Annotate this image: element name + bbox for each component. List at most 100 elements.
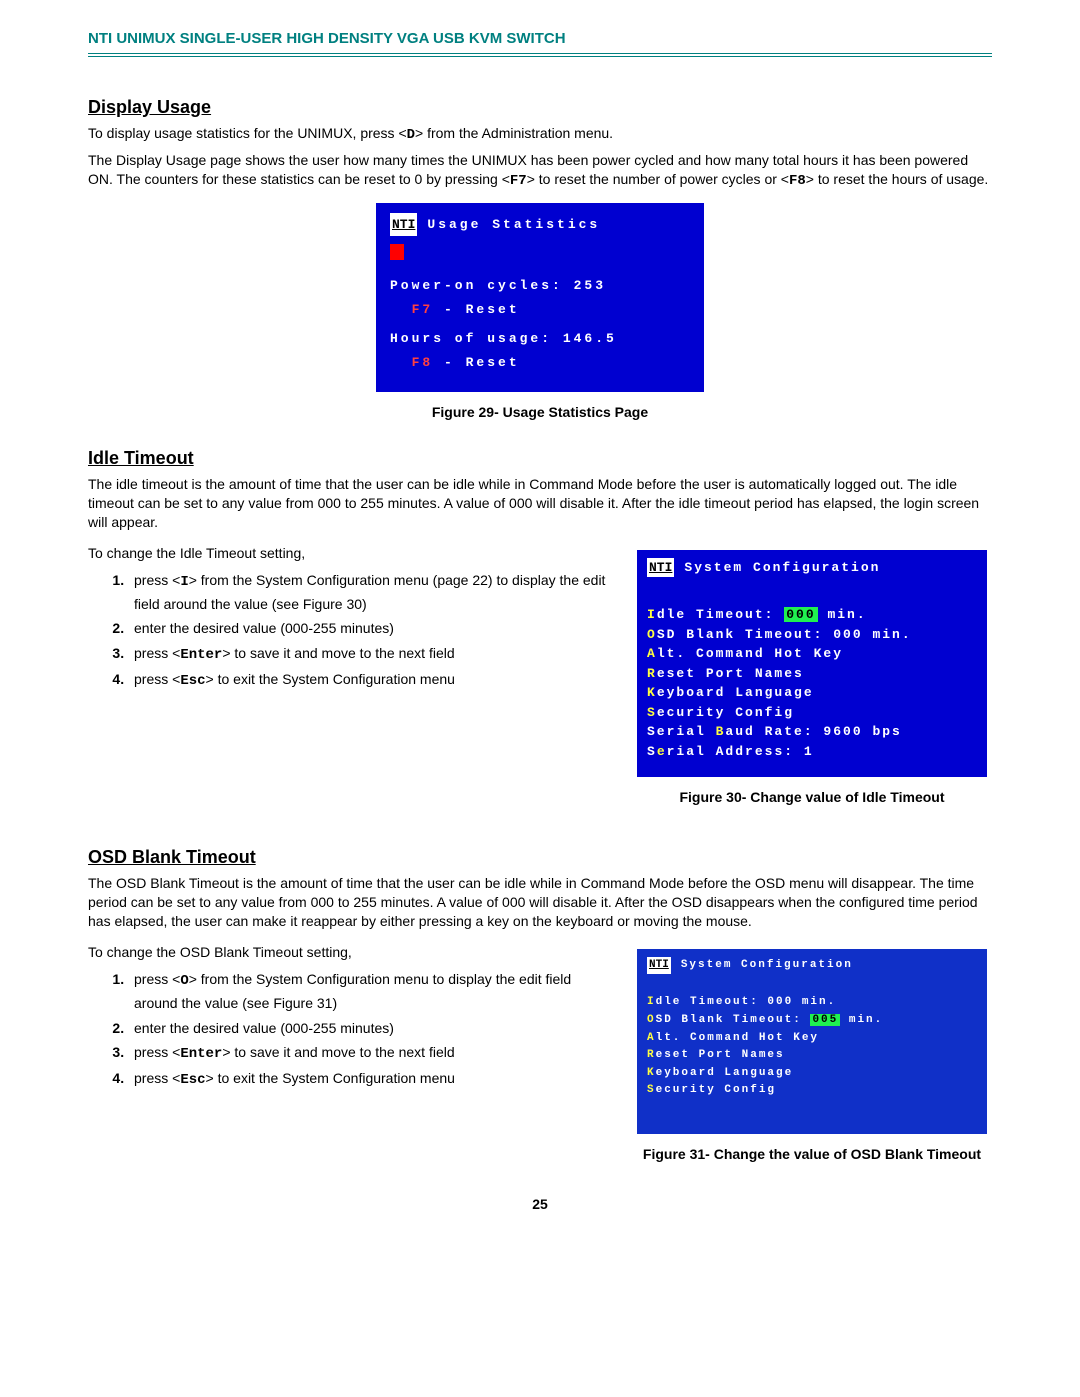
idle-value: 000 [784, 607, 817, 622]
idle-timeout-p1: The idle timeout is the amount of time t… [88, 475, 992, 532]
hotkey-o: O [647, 627, 657, 642]
text: > from the System Configuration menu (pa… [134, 572, 605, 612]
display-usage-p1: To display usage statistics for the UNIM… [88, 124, 992, 145]
osd-blank-lead: To change the OSD Blank Timeout setting, [88, 943, 612, 962]
step-3: press <Enter> to save it and move to the… [128, 642, 612, 666]
hotkey-b: B [716, 724, 726, 739]
text: lt. Command Hot Key [657, 646, 843, 661]
step-4: press <Esc> to exit the System Configura… [128, 668, 612, 692]
step-1: press <O> from the System Configuration … [128, 968, 612, 1015]
figure-29-screen: NTI Usage Statistics Power-on cycles: 25… [376, 203, 704, 392]
text: press < [134, 572, 180, 588]
doc-header-title: NTI UNIMUX SINGLE-USER HIGH DENSITY VGA … [88, 30, 992, 47]
screen-title: Usage Statistics [427, 213, 600, 236]
reset-label: - Reset [433, 355, 519, 370]
nti-logo: NTI [647, 558, 674, 578]
idle-timeout-lead: To change the Idle Timeout setting, [88, 544, 612, 563]
page-number: 25 [88, 1196, 992, 1212]
text: SD Blank Timeout: 000 min. [657, 627, 912, 642]
hotkey-r: R [647, 666, 657, 681]
figure-30-screen: NTI System Configuration Idle Timeout: 0… [637, 550, 987, 778]
step-2: enter the desired value (000-255 minutes… [128, 617, 612, 639]
key-f7-label: F7 [412, 302, 434, 317]
reset-label: - Reset [433, 302, 519, 317]
text: > to save it and move to the next field [222, 645, 454, 661]
hotkey-s: S [647, 705, 657, 720]
key-i: I [180, 574, 188, 590]
text: > to reset the hours of usage. [806, 171, 989, 187]
idle-timeout-steps: press <I> from the System Configuration … [108, 569, 612, 693]
step-1: press <I> from the System Configuration … [128, 569, 612, 616]
key-f8: F8 [789, 173, 806, 189]
step-2: enter the desired value (000-255 minutes… [128, 1017, 612, 1039]
cursor-block [390, 244, 404, 260]
key-f7: F7 [510, 173, 527, 189]
power-cycles-line: Power-on cycles: 253 [390, 274, 690, 297]
key-enter: Enter [180, 647, 222, 663]
heading-display-usage: Display Usage [88, 97, 992, 118]
heading-osd-blank-timeout: OSD Blank Timeout [88, 847, 992, 868]
text: > from the Administration menu. [415, 125, 613, 141]
text: dle Timeout: 000 min. [656, 996, 837, 1008]
hours-usage-line: Hours of usage: 146.5 [390, 327, 690, 350]
osd-value: 005 [810, 1014, 840, 1026]
osd-blank-p1: The OSD Blank Timeout is the amount of t… [88, 874, 992, 931]
hotkey-i: I [647, 996, 656, 1008]
text: dle Timeout: [657, 607, 784, 622]
screen-title: System Configuration [681, 957, 853, 975]
text: S [647, 744, 657, 759]
text: SD Blank Timeout: [656, 1014, 811, 1026]
step-3: press <Enter> to save it and move to the… [128, 1041, 612, 1065]
nti-logo: NTI [390, 213, 417, 236]
text: > to exit the System Configuration menu [206, 1070, 455, 1086]
key-d: D [407, 127, 415, 143]
hotkey-r: R [647, 1049, 656, 1061]
figure-30-caption: Figure 30- Change value of Idle Timeout [632, 789, 992, 805]
key-enter: Enter [180, 1046, 222, 1062]
hotkey-k: K [647, 1067, 656, 1079]
text: > to exit the System Configuration menu [206, 671, 455, 687]
screen-title: System Configuration [684, 558, 880, 578]
text: press < [134, 671, 180, 687]
key-esc: Esc [180, 673, 205, 689]
text: eset Port Names [657, 666, 804, 681]
key-f8-label: F8 [412, 355, 434, 370]
text: eyboard Language [656, 1067, 794, 1079]
hotkey-e: e [657, 744, 667, 759]
text: min. [818, 607, 867, 622]
hotkey-s: S [647, 1084, 656, 1096]
text: press < [134, 1044, 180, 1060]
text: > to save it and move to the next field [222, 1044, 454, 1060]
text: eset Port Names [656, 1049, 785, 1061]
figure-31-screen: NTI System Configuration Idle Timeout: 0… [637, 949, 987, 1134]
figure-31-caption: Figure 31- Change the value of OSD Blank… [632, 1146, 992, 1162]
text: min. [840, 1014, 883, 1026]
text: eyboard Language [657, 685, 814, 700]
key-o: O [180, 973, 188, 989]
hotkey-i: I [647, 607, 657, 622]
text: ecurity Config [656, 1084, 776, 1096]
nti-logo: NTI [647, 957, 671, 975]
text: rial Address: 1 [667, 744, 814, 759]
text: To display usage statistics for the UNIM… [88, 125, 407, 141]
hotkey-o: O [647, 1014, 656, 1026]
text: Serial [647, 724, 716, 739]
text: lt. Command Hot Key [656, 1032, 819, 1044]
text: press < [134, 971, 180, 987]
text: ecurity Config [657, 705, 794, 720]
hotkey-k: K [647, 685, 657, 700]
heading-idle-timeout: Idle Timeout [88, 448, 992, 469]
header-rule [88, 53, 992, 57]
text: > from the System Configuration menu to … [134, 971, 571, 1011]
text: press < [134, 1070, 180, 1086]
hotkey-a: A [647, 1032, 656, 1044]
display-usage-p2: The Display Usage page shows the user ho… [88, 151, 992, 191]
text: > to reset the number of power cycles or… [527, 171, 789, 187]
osd-blank-steps: press <O> from the System Configuration … [108, 968, 612, 1092]
step-4: press <Esc> to exit the System Configura… [128, 1067, 612, 1091]
text: aud Rate: 9600 bps [725, 724, 901, 739]
figure-29-caption: Figure 29- Usage Statistics Page [88, 404, 992, 420]
key-esc: Esc [180, 1072, 205, 1088]
text: press < [134, 645, 180, 661]
hotkey-a: A [647, 646, 657, 661]
